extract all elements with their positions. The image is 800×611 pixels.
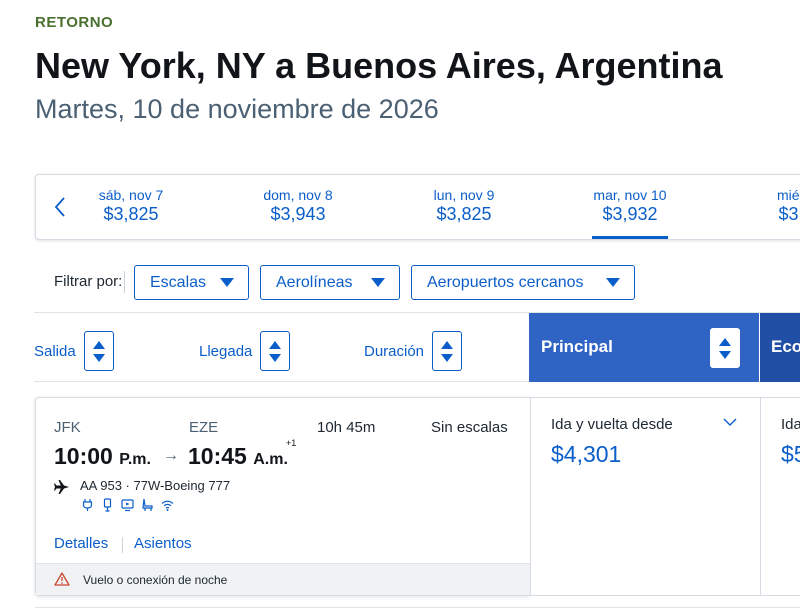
destination-airport: EZE: [189, 419, 219, 436]
stops-filter-label: Escalas: [150, 273, 207, 291]
cabin-economy-header[interactable]: Eco: [760, 313, 800, 382]
wifi-icon: [161, 500, 174, 511]
fare-price: $4,301: [551, 441, 622, 467]
chevron-left-icon[interactable]: [50, 193, 70, 221]
sort-up-icon: [719, 337, 731, 346]
arrival-time: 10:45 A.m.: [188, 443, 288, 470]
fare-option-principal[interactable]: Ida y vuelta desde $4,301: [530, 397, 760, 596]
sort-up-icon: [92, 340, 105, 349]
date-label: mar, nov 10: [593, 187, 667, 203]
date-label: dom, nov 8: [263, 187, 333, 203]
lie-flat-seat-icon: [142, 498, 153, 511]
flight-result-card: JFK EZE 10:00 P.m. → 10:45 A.m. +1 10h 4…: [35, 397, 530, 596]
sort-toggle-button[interactable]: [260, 331, 291, 371]
date-label: sáb, nov 7: [98, 187, 164, 203]
sort-toggle-button[interactable]: [432, 331, 463, 371]
date-price: $3,932: [602, 204, 658, 224]
sort-duration-label: Duración: [364, 342, 425, 360]
origin-airport: JFK: [54, 419, 81, 436]
date-carousel: sáb, nov 7 $3,825 dom, nov 8 $3,943 lun,…: [35, 174, 800, 240]
fare-price: $5: [781, 441, 800, 467]
page-subtitle: Martes, 10 de noviembre de 2026: [35, 94, 439, 124]
power-outlet-icon: [82, 499, 93, 511]
caret-down-icon: [606, 278, 620, 287]
link-divider: [122, 537, 123, 553]
fare-option-economy[interactable]: Ida $5: [760, 397, 800, 596]
flight-details-link[interactable]: Detalles: [54, 535, 108, 552]
date-price: $3,825: [436, 204, 492, 224]
caret-down-icon: [371, 278, 385, 287]
sort-down-icon: [441, 353, 454, 362]
flight-stops: Sin escalas: [431, 419, 508, 436]
departure-ampm: P.m.: [119, 451, 151, 468]
next-result-edge: [35, 607, 800, 611]
usb-icon: [103, 498, 112, 512]
airlines-filter-dropdown[interactable]: Aerolíneas: [260, 265, 400, 300]
selected-date-indicator: [592, 236, 668, 239]
stops-filter-dropdown[interactable]: Escalas: [134, 265, 249, 300]
nearby-airports-filter-dropdown[interactable]: Aeropuertos cercanos: [411, 265, 635, 300]
fare-label: Ida: [781, 416, 800, 433]
caret-down-icon: [220, 278, 234, 287]
sort-arrival[interactable]: Llegada: [199, 331, 291, 371]
date-option[interactable]: dom, nov 8 $3,943: [243, 187, 353, 225]
page-title: New York, NY a Buenos Aires, Argentina: [35, 45, 723, 86]
chevron-down-icon[interactable]: [723, 417, 737, 427]
arrow-right-icon: →: [163, 447, 179, 464]
date-label: lun, nov 9: [433, 187, 495, 203]
sort-duration[interactable]: Duración: [364, 331, 463, 371]
arrival-time-value: 10:45: [188, 443, 247, 469]
sort-departure[interactable]: Salida: [34, 331, 114, 371]
cabin-economy-label: Eco: [771, 337, 800, 356]
sort-departure-label: Salida: [34, 342, 76, 360]
fare-label: Ida y vuelta desde: [551, 416, 673, 433]
sort-toggle-button[interactable]: [83, 331, 114, 371]
day-offset-badge: +1: [286, 438, 297, 448]
filter-divider: [124, 271, 125, 293]
nearby-airports-filter-label: Aeropuertos cercanos: [427, 273, 584, 291]
airlines-filter-label: Aerolíneas: [276, 273, 353, 291]
trip-leg-label: RETORNO: [35, 14, 114, 31]
date-price: $3,8: [778, 204, 800, 224]
airplane-icon: [54, 480, 69, 494]
filter-label: Filtrar por:: [54, 273, 123, 290]
date-option[interactable]: sáb, nov 7 $3,825: [76, 187, 186, 225]
sort-down-icon: [719, 350, 731, 359]
amenities-list: [81, 498, 174, 512]
flight-number-aircraft: AA 953 · 77W-Boeing 777: [80, 478, 231, 493]
date-price: $3,943: [270, 204, 326, 224]
warning-text: Vuelo o conexión de noche: [83, 573, 228, 587]
sort-arrival-label: Llegada: [199, 342, 253, 360]
departure-time-value: 10:00: [54, 443, 113, 469]
cabin-principal-header[interactable]: Principal: [529, 313, 759, 382]
overnight-warning: Vuelo o conexión de noche: [36, 563, 530, 595]
sort-up-icon: [441, 340, 454, 349]
departure-time: 10:00 P.m.: [54, 443, 151, 470]
date-label: mié, n: [776, 187, 800, 203]
warning-icon: [54, 572, 70, 586]
entertainment-icon: [121, 499, 134, 512]
date-option-selected[interactable]: mar, nov 10 $3,932: [575, 187, 685, 239]
arrival-ampm: A.m.: [253, 451, 288, 468]
sort-up-icon: [269, 340, 282, 349]
sort-principal-button[interactable]: [710, 328, 740, 368]
flight-duration: 10h 45m: [317, 419, 376, 436]
date-option[interactable]: mié, n $3,8: [741, 187, 800, 225]
date-option[interactable]: lun, nov 9 $3,825: [409, 187, 519, 225]
sort-down-icon: [92, 353, 105, 362]
date-price: $3,825: [103, 204, 159, 224]
sort-down-icon: [269, 353, 282, 362]
seats-link[interactable]: Asientos: [134, 535, 192, 552]
cabin-principal-label: Principal: [541, 337, 613, 356]
